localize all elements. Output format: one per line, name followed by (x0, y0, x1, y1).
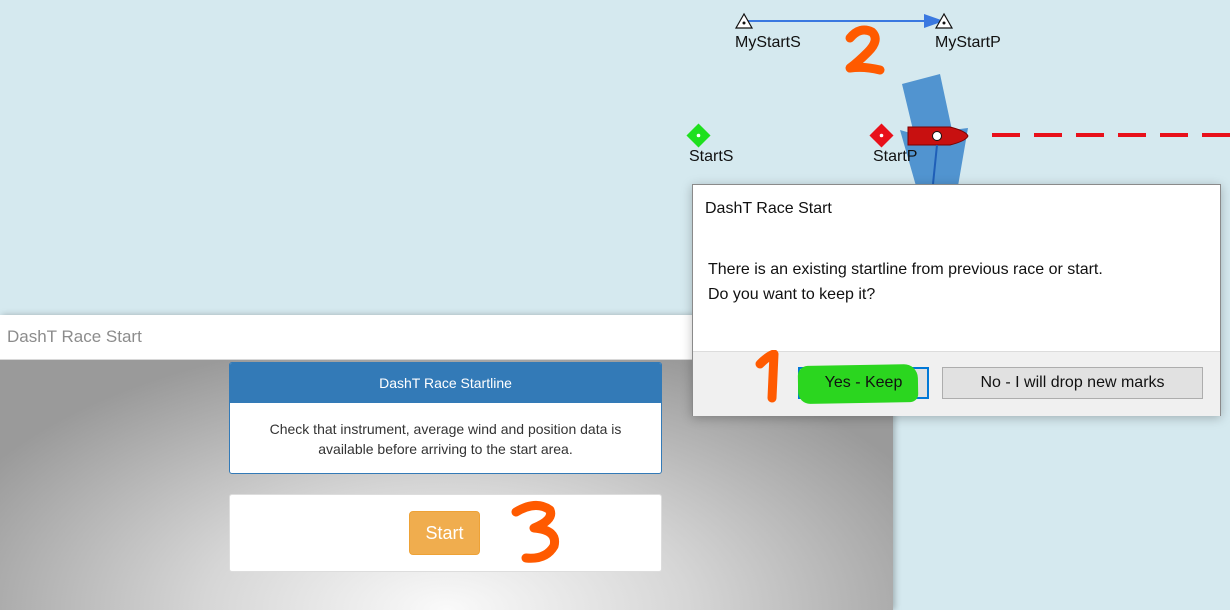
annotation-step-2 (845, 25, 885, 75)
dialog-message-line1: There is an existing startline from prev… (708, 261, 1103, 278)
annotation-step-1 (755, 350, 779, 403)
startp-label: StartP (873, 148, 918, 165)
panel-text-line1: Check that instrument, average wind and … (269, 421, 622, 437)
yes-keep-label: Yes - Keep (824, 374, 903, 391)
dialog-message-line2: Do you want to keep it? (708, 286, 876, 303)
panel-heading: DashT Race Startline (230, 363, 661, 403)
mystartp-label: MyStartP (935, 34, 1001, 51)
start-button[interactable]: Start (409, 511, 480, 555)
yes-keep-button[interactable]: Yes - Keep (797, 363, 929, 405)
startp-mark-icon[interactable] (869, 123, 894, 148)
no-drop-marks-button[interactable]: No - I will drop new marks (942, 367, 1203, 399)
starts-mark-icon[interactable] (686, 123, 711, 148)
panel-body: Check that instrument, average wind and … (230, 403, 661, 459)
starts-label: StartS (689, 148, 734, 165)
start-box: Start (229, 494, 662, 572)
annotation-step-3 (511, 501, 560, 563)
dialog-message: There is an existing startline from prev… (708, 257, 1103, 307)
mystarts-label: MyStartS (735, 34, 801, 51)
panel-text-line2: available before arriving to the start a… (318, 441, 573, 457)
dialog-title: DashT Race Start (705, 200, 832, 217)
startline-info-panel: DashT Race Startline Check that instrume… (229, 362, 662, 474)
